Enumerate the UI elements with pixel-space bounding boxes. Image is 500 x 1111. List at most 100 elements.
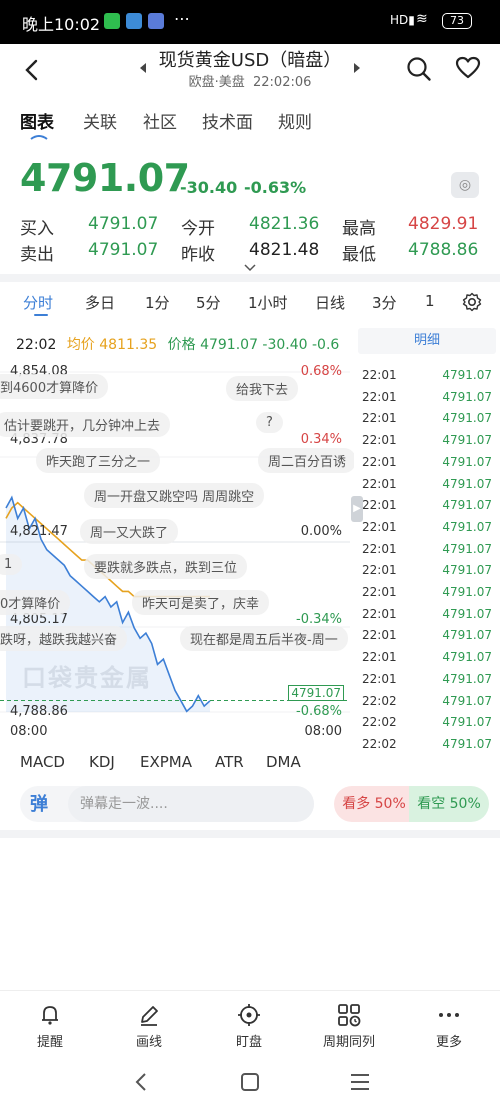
nav-period-compare[interactable]: 周期同列 (319, 1003, 379, 1050)
tick-time: 22:01 (362, 541, 397, 556)
tick-time: 22:01 (362, 606, 397, 621)
battery-icon: 73 (442, 13, 472, 29)
tick-detail-header[interactable]: 明细 (358, 328, 496, 354)
danmaku-item: 现在都是周五后半夜-周一 (180, 626, 348, 651)
tick-price: 4791.07 (442, 368, 492, 382)
bullish-vote-button[interactable]: 看多 50% (334, 786, 414, 822)
danmaku-input-bar[interactable]: 弹 弹幕走一波.... (20, 786, 314, 822)
tick-price: 4791.07 (442, 454, 492, 469)
wifi-icon: ≋ (416, 11, 428, 27)
period-1min[interactable]: 1分 (145, 292, 170, 313)
session-clock: 22:02:06 (253, 75, 312, 90)
tick-detail-panel[interactable]: 明细 22:01 4791.07 22:01 4791.07 22:01 4791.07 2… (354, 326, 500, 751)
danmaku-item: 跌呀，越跌我越兴奋 (0, 626, 128, 651)
tab-chart[interactable]: 图表 (20, 108, 54, 133)
price-change: -30.40 (180, 178, 238, 197)
search-icon[interactable] (406, 56, 432, 82)
tick-price: 4791.07 (442, 411, 492, 426)
chart-settings-gear-icon[interactable] (462, 292, 482, 312)
tick-price: 4791.07 (442, 433, 492, 448)
system-menu-icon[interactable] (350, 1073, 370, 1091)
ai-assistant-icon[interactable]: ◎ (451, 172, 479, 198)
y-right-5: -0.68% (296, 704, 342, 719)
x-label-end: 08:00 (304, 724, 342, 739)
more-dots-icon (439, 1013, 459, 1017)
expand-quote-icon[interactable] (244, 264, 256, 272)
nav-draw[interactable]: 画线 (119, 1003, 179, 1050)
tick-price: 4791.07 (442, 498, 492, 513)
danmaku-item: 到4600才算降价 (0, 374, 109, 399)
period-intraday[interactable]: 分时 (23, 292, 53, 313)
y-label-5: 4,788.86 (10, 704, 68, 719)
y-right-4: -0.34% (296, 612, 342, 627)
period-active-underline (34, 314, 48, 316)
sell-label: 卖出 (20, 245, 54, 265)
prev-close-label: 昨收 (181, 245, 215, 265)
indicator-kdj[interactable]: KDJ (89, 753, 115, 771)
signal-icon: HD▮ (390, 13, 415, 27)
indicator-atr[interactable]: ATR (215, 753, 244, 771)
y-right-1: 0.68% (300, 364, 342, 379)
tab-technical[interactable]: 技术面 (202, 108, 253, 133)
danmaku-item: 给我下去 (226, 376, 299, 401)
panel-toggle-handle[interactable]: ▶ (351, 496, 363, 522)
tick-price: 4791.07 (442, 671, 492, 686)
current-price: 4791.07 (20, 156, 190, 200)
tick-time: 22:01 (362, 650, 397, 665)
danmaku-item: ? (256, 412, 283, 433)
tick-time: 22:02 (362, 736, 397, 751)
tick-time: 22:01 (362, 498, 397, 513)
session-name: 欧盘·美盘 (188, 75, 245, 90)
buy-label: 买入 (20, 219, 54, 239)
system-home-icon[interactable] (240, 1072, 260, 1092)
period-1hour[interactable]: 1小时 (248, 292, 288, 313)
bearish-vote-button[interactable]: 看空 50% (409, 786, 489, 822)
danmaku-item: 周二百分百诱 (258, 448, 357, 473)
danmaku-item: 要跌就多跌点，跌到三位 (84, 554, 248, 579)
sell-value: 4791.07 (88, 240, 159, 260)
tab-community[interactable]: 社区 (143, 108, 177, 133)
nav-more[interactable]: 更多 (419, 1003, 479, 1050)
tick-time: 22:01 (362, 671, 397, 686)
danmaku-toggle-icon[interactable]: 弹 (30, 790, 70, 818)
y-right-3: 0.00% (300, 524, 342, 539)
period-1[interactable]: 1 (425, 292, 435, 310)
period-3min[interactable]: 3分 (372, 292, 397, 313)
low-label: 最低 (342, 245, 376, 265)
indicator-expma[interactable]: EXPMA (140, 753, 192, 771)
tab-rules[interactable]: 规则 (278, 108, 312, 133)
period-multiday[interactable]: 多日 (85, 292, 115, 313)
tick-time: 22:02 (362, 715, 397, 730)
intraday-chart[interactable]: 口袋贵金属 4,854.08 4,837.78 4,821.47 4,805.1… (0, 326, 357, 746)
tick-price: 4791.07 (442, 389, 492, 404)
nav-alert[interactable]: 提醒 (20, 1003, 80, 1050)
app-notification-icon (126, 13, 142, 29)
buy-value: 4791.07 (88, 214, 159, 234)
favorite-heart-icon[interactable] (455, 56, 481, 80)
tick-time: 22:02 (362, 693, 397, 708)
current-price-tag: 4791.07 (288, 685, 344, 701)
more-notifications-icon: ⋯ (174, 9, 190, 28)
tick-price: 4791.07 (442, 585, 492, 599)
danmaku-item: 0才算降价 (0, 590, 71, 615)
tick-time: 22:01 (362, 433, 397, 448)
period-5min[interactable]: 5分 (196, 292, 221, 313)
nav-watch-label: 盯盘 (235, 1035, 262, 1050)
nav-more-label: 更多 (435, 1035, 462, 1050)
period-daily[interactable]: 日线 (315, 292, 345, 313)
system-back-icon[interactable] (133, 1072, 149, 1092)
y-label-3: 4,821.47 (10, 524, 68, 539)
open-value: 4821.36 (249, 214, 320, 234)
danmaku-input[interactable]: 弹幕走一波.... (68, 786, 314, 822)
x-label-start: 08:00 (10, 724, 48, 739)
danmaku-item: 周一开盘又跳空吗 周周跳空 (84, 483, 265, 508)
nav-watch[interactable]: 盯盘 (219, 1003, 279, 1050)
pencil-icon (141, 1006, 158, 1026)
next-instrument-icon[interactable] (352, 62, 362, 74)
indicator-dma[interactable]: DMA (266, 753, 301, 771)
indicator-macd[interactable]: MACD (20, 753, 65, 771)
tick-price: 4791.07 (442, 693, 492, 708)
tab-related[interactable]: 关联 (83, 108, 117, 133)
tick-price: 4791.07 (442, 476, 492, 491)
nav-draw-label: 画线 (135, 1035, 162, 1050)
